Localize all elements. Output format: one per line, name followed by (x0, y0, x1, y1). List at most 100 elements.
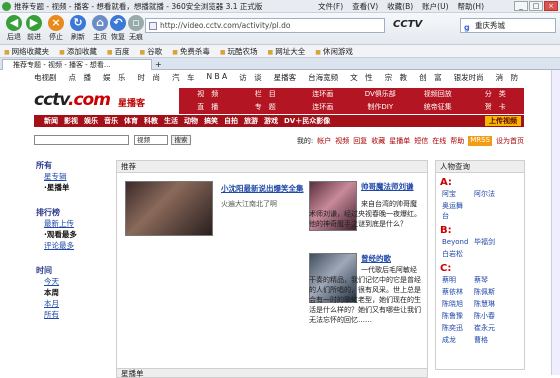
topnav-item[interactable]: 宗 教 (385, 72, 408, 83)
category-link[interactable]: 自拍 (224, 116, 238, 126)
site-search-button[interactable]: 搜索 (171, 135, 191, 145)
person-link[interactable]: 成龙 (442, 335, 468, 345)
address-bar[interactable]: http://video.cctv.com/activity/pl.do (145, 18, 385, 33)
cctv-site-logo[interactable]: CCTV (393, 19, 422, 30)
person-link[interactable]: 陈小春 (474, 311, 500, 321)
my-link[interactable]: 帮助 (450, 136, 464, 146)
sidebar-item[interactable]: 星专辑 (44, 171, 106, 182)
sidebar-item[interactable]: 所有 (44, 309, 106, 320)
person-link[interactable]: 蔡依林 (442, 287, 468, 297)
my-link[interactable]: 星播单 (389, 136, 410, 146)
section-link[interactable]: 制作DIY (352, 101, 410, 114)
video-title[interactable]: 帅哥魔法师刘谦 (361, 181, 423, 192)
menu-file[interactable]: 文件(F) (318, 1, 343, 12)
fav-item[interactable]: 网络收藏夹 (4, 46, 50, 57)
fav-item[interactable]: 百度 (107, 46, 130, 57)
fav-item[interactable]: 玩酷农场 (220, 46, 258, 57)
site-search-input[interactable] (34, 135, 129, 145)
video-title[interactable]: 小沈阳最新说出爆笑全集 (221, 183, 311, 194)
section-link[interactable]: 连环画 (294, 88, 352, 101)
category-link[interactable]: 科教 (144, 116, 158, 126)
new-tab-button[interactable]: + (155, 60, 162, 69)
set-homepage-link[interactable]: 设为首页 (496, 136, 524, 146)
menu-account[interactable]: 账户(U) (422, 1, 448, 12)
category-link[interactable]: 旅游 (244, 116, 258, 126)
person-link[interactable]: 毕福剑 (474, 237, 500, 247)
person-link[interactable]: 阿宝 (442, 189, 468, 199)
fav-item[interactable]: 谷歌 (140, 46, 162, 57)
category-link[interactable]: 游戏 (264, 116, 278, 126)
category-link[interactable]: DV＋民众影像 (284, 116, 330, 126)
section-link[interactable]: 栏 目 (237, 88, 295, 101)
category-link[interactable]: 体育 (124, 116, 138, 126)
section-link[interactable]: 专 题 (237, 101, 295, 114)
person-link[interactable]: 阿尔法 (474, 189, 500, 199)
sidebar-item[interactable]: 评论最多 (44, 240, 106, 251)
topnav-item[interactable]: 点 播 (69, 72, 92, 83)
refresh-button[interactable]: ↻ 刷新 (66, 15, 90, 42)
category-link[interactable]: 搞笑 (204, 116, 218, 126)
section-link[interactable]: DV俱乐部 (352, 88, 410, 101)
fav-item[interactable]: 免费杀毒 (172, 46, 210, 57)
person-link[interactable]: 奥运舞台 (442, 201, 468, 221)
section-link[interactable]: 分 类 (467, 88, 525, 101)
person-link[interactable]: 蔡明 (442, 275, 468, 285)
person-link[interactable]: 陈慧琳 (474, 299, 500, 309)
category-link[interactable]: 动物 (184, 116, 198, 126)
section-link[interactable]: 连环画 (294, 101, 352, 114)
my-link[interactable]: 在线 (432, 136, 446, 146)
topnav-item[interactable]: 娱 乐 (103, 72, 126, 83)
topnav-item[interactable]: 创 富 (419, 72, 442, 83)
tab-active[interactable]: 推荐专题 - 视频 - 播客 - 想看... (2, 59, 152, 70)
menu-favorites[interactable]: 收藏(B) (387, 1, 413, 12)
sidebar-item[interactable]: 今天 (44, 276, 106, 287)
topnav-item[interactable]: 汽 车 (172, 72, 195, 83)
person-link[interactable]: 蔡琴 (474, 275, 500, 285)
sidebar-item[interactable]: ·观看最多 (44, 229, 106, 240)
sidebar-item[interactable]: ·星播单 (44, 182, 106, 193)
video-title[interactable]: 曾经的歌 (361, 253, 423, 264)
stop-button[interactable]: × 停止 (44, 15, 68, 42)
sidebar-item[interactable]: 本周 (44, 287, 106, 298)
forward-button[interactable]: ▶ 前进 (22, 15, 46, 42)
person-link[interactable]: 陈鲁豫 (442, 311, 468, 321)
topnav-item[interactable]: 星播客 (274, 72, 297, 83)
category-link[interactable]: 影视 (64, 116, 78, 126)
browser-search-input[interactable]: g 重庆秀城 (460, 18, 556, 33)
person-link[interactable]: 陈佩斯 (474, 287, 500, 297)
category-link[interactable]: 新闻 (44, 116, 58, 126)
topnav-item[interactable]: N B A (207, 72, 228, 83)
topnav-item[interactable]: 消 防 (496, 72, 519, 83)
topnav-item[interactable]: 电视剧 (34, 72, 57, 83)
my-link[interactable]: 帐户 (317, 136, 331, 146)
my-link[interactable]: 短信 (414, 136, 428, 146)
fav-item[interactable]: 添加收藏 (59, 46, 97, 57)
minimize-button[interactable]: _ (514, 1, 528, 11)
my-link[interactable]: 回复 (353, 136, 367, 146)
category-link[interactable]: 娱乐 (84, 116, 98, 126)
upload-video-button[interactable]: 上传视频 (485, 116, 521, 126)
fav-item[interactable]: 休闲游戏 (315, 46, 353, 57)
my-link[interactable]: 收藏 (371, 136, 385, 146)
search-type-select[interactable]: 视频 (134, 135, 168, 145)
person-link[interactable]: 崔永元 (474, 323, 500, 333)
close-button[interactable]: × (544, 1, 558, 11)
my-link[interactable]: 视频 (335, 136, 349, 146)
mrss-badge[interactable]: MRSS (468, 136, 492, 146)
section-link[interactable]: 统帝征集 (409, 101, 467, 114)
maximize-button[interactable]: □ (529, 1, 543, 11)
sidebar-item[interactable]: 最新上传 (44, 218, 106, 229)
section-link[interactable]: 直 播 (179, 101, 237, 114)
vertical-scrollbar[interactable] (551, 70, 560, 375)
fav-item[interactable]: 网址大全 (268, 46, 305, 57)
topnav-item[interactable]: 银发时尚 (454, 72, 484, 83)
section-link[interactable]: 视频回放 (409, 88, 467, 101)
section-link[interactable]: 贺 卡 (467, 101, 525, 114)
category-link[interactable]: 生活 (164, 116, 178, 126)
sidebar-item[interactable]: 本月 (44, 298, 106, 309)
person-link[interactable]: 陈奕迅 (442, 323, 468, 333)
topnav-item[interactable]: 台海宽频 (308, 72, 338, 83)
menu-view[interactable]: 查看(V) (352, 1, 378, 12)
person-link[interactable]: 曹格 (474, 335, 500, 345)
topnav-item[interactable]: 时 尚 (138, 72, 161, 83)
